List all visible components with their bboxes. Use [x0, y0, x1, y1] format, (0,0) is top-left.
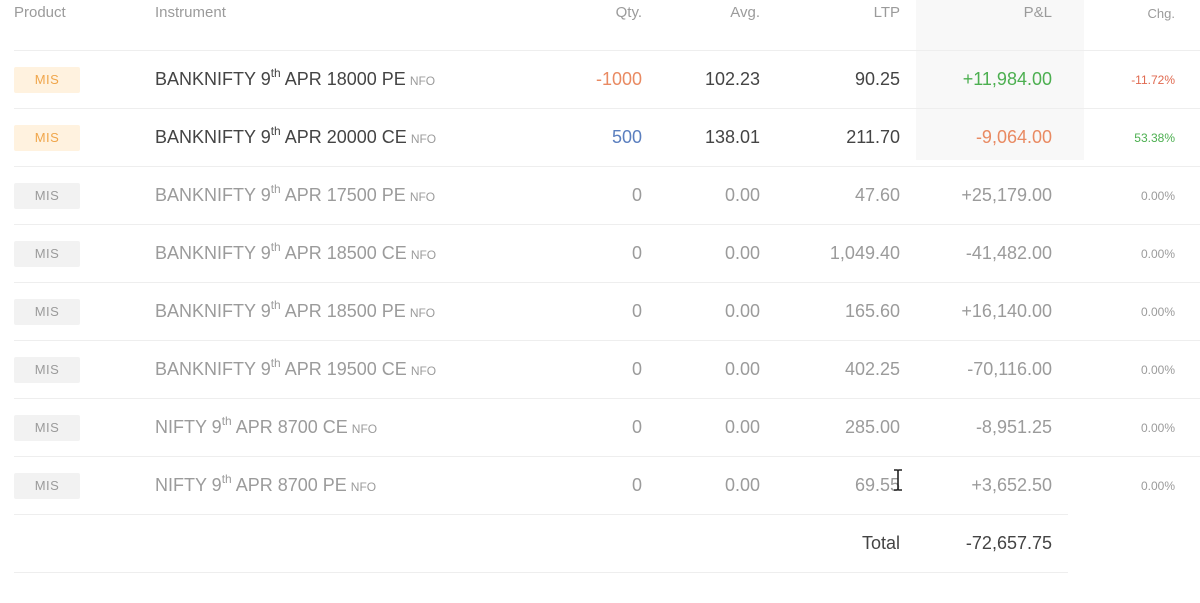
- qty-cell: 500: [545, 108, 642, 167]
- table-row[interactable]: MIS NIFTY 9th APR 8700 CE NFO 0 0.00 285.…: [14, 398, 1200, 457]
- qty-cell: 0: [545, 166, 642, 225]
- exchange-label: NFO: [409, 306, 436, 320]
- exchange-label: NFO: [409, 74, 436, 88]
- table-row[interactable]: MIS BANKNIFTY 9th APR 18500 PE NFO 0 0.00…: [14, 282, 1200, 341]
- instrument-cell: BANKNIFTY 9th APR 18000 PE NFO: [155, 50, 545, 109]
- pl-cell: -8,951.25: [900, 398, 1068, 457]
- chg-cell: 53.38%: [1068, 108, 1175, 167]
- table-row[interactable]: MIS BANKNIFTY 9th APR 20000 CE NFO 500 13…: [14, 108, 1200, 167]
- ltp-cell: 165.60: [760, 282, 900, 341]
- product-badge: MIS: [14, 356, 80, 383]
- product-badge: MIS: [14, 414, 80, 441]
- product-badge: MIS: [14, 182, 80, 209]
- product-badge: MIS: [14, 124, 80, 151]
- ltp-cell: 211.70: [760, 108, 900, 167]
- instrument-cell: BANKNIFTY 9th APR 20000 CE NFO: [155, 108, 545, 167]
- ltp-cell: 90.25: [760, 50, 900, 109]
- avg-cell: 0.00: [642, 224, 760, 283]
- header-chg[interactable]: Chg.: [1068, 0, 1175, 51]
- ltp-cell: 285.00: [760, 398, 900, 457]
- total-pl-value: -72,657.75: [900, 514, 1068, 573]
- avg-cell: 0.00: [642, 282, 760, 341]
- product-badge: MIS: [14, 298, 80, 325]
- chg-cell: -11.72%: [1068, 50, 1175, 109]
- instrument-cell: BANKNIFTY 9th APR 19500 CE NFO: [155, 340, 545, 399]
- table-header: Product Instrument Qty. Avg. LTP P&L Chg…: [14, 0, 1200, 51]
- ltp-cell: 47.60: [760, 166, 900, 225]
- exchange-label: NFO: [351, 422, 378, 436]
- total-row: Total -72,657.75: [14, 514, 1200, 573]
- chg-cell: 0.00%: [1068, 224, 1175, 283]
- product-badge: MIS: [14, 472, 80, 499]
- ltp-cell: 402.25: [760, 340, 900, 399]
- exchange-label: NFO: [410, 132, 437, 146]
- chg-cell: 0.00%: [1068, 166, 1175, 225]
- table-row[interactable]: MIS BANKNIFTY 9th APR 19500 CE NFO 0 0.00…: [14, 340, 1200, 399]
- chg-cell: 0.00%: [1068, 456, 1175, 515]
- avg-cell: 0.00: [642, 456, 760, 515]
- product-badge: MIS: [14, 240, 80, 267]
- instrument-cell: NIFTY 9th APR 8700 CE NFO: [155, 398, 545, 457]
- chg-cell: 0.00%: [1068, 398, 1175, 457]
- table-row[interactable]: MIS BANKNIFTY 9th APR 18500 CE NFO 0 0.00…: [14, 224, 1200, 283]
- header-product[interactable]: Product: [14, 0, 155, 51]
- text-cursor-icon: [894, 469, 902, 491]
- positions-panel: Product Instrument Qty. Avg. LTP P&L Chg…: [0, 0, 1200, 603]
- pl-cell: -70,116.00: [900, 340, 1068, 399]
- qty-cell: 0: [545, 224, 642, 283]
- ltp-cell: 69.55: [760, 456, 900, 515]
- header-avg[interactable]: Avg.: [642, 0, 760, 51]
- avg-cell: 102.23: [642, 50, 760, 109]
- exchange-label: NFO: [410, 248, 437, 262]
- pl-cell: +25,179.00: [900, 166, 1068, 225]
- product-badge: MIS: [14, 66, 80, 93]
- positions-table: Product Instrument Qty. Avg. LTP P&L Chg…: [14, 0, 1200, 573]
- exchange-label: NFO: [350, 480, 377, 494]
- header-ltp[interactable]: LTP: [760, 0, 900, 51]
- qty-cell: -1000: [545, 50, 642, 109]
- pl-cell: +3,652.50: [900, 456, 1068, 515]
- instrument-cell: BANKNIFTY 9th APR 18500 PE NFO: [155, 282, 545, 341]
- exchange-label: NFO: [409, 190, 436, 204]
- pl-cell: -9,064.00: [900, 108, 1068, 167]
- instrument-cell: BANKNIFTY 9th APR 17500 PE NFO: [155, 166, 545, 225]
- table-row[interactable]: MIS BANKNIFTY 9th APR 17500 PE NFO 0 0.00…: [14, 166, 1200, 225]
- header-pl[interactable]: P&L: [900, 0, 1068, 51]
- qty-cell: 0: [545, 398, 642, 457]
- pl-cell: +11,984.00: [900, 50, 1068, 109]
- avg-cell: 0.00: [642, 166, 760, 225]
- instrument-cell: BANKNIFTY 9th APR 18500 CE NFO: [155, 224, 545, 283]
- avg-cell: 138.01: [642, 108, 760, 167]
- pl-cell: +16,140.00: [900, 282, 1068, 341]
- qty-cell: 0: [545, 282, 642, 341]
- chg-cell: 0.00%: [1068, 282, 1175, 341]
- table-row[interactable]: MIS NIFTY 9th APR 8700 PE NFO 0 0.00 69.5…: [14, 456, 1200, 515]
- ltp-cell: 1,049.40: [760, 224, 900, 283]
- table-row[interactable]: MIS BANKNIFTY 9th APR 18000 PE NFO -1000 …: [14, 50, 1200, 109]
- header-qty[interactable]: Qty.: [545, 0, 642, 51]
- avg-cell: 0.00: [642, 340, 760, 399]
- pl-cell: -41,482.00: [900, 224, 1068, 283]
- exchange-label: NFO: [410, 364, 437, 378]
- total-label: Total: [760, 514, 900, 573]
- qty-cell: 0: [545, 340, 642, 399]
- chg-cell: 0.00%: [1068, 340, 1175, 399]
- qty-cell: 0: [545, 456, 642, 515]
- instrument-cell: NIFTY 9th APR 8700 PE NFO: [155, 456, 545, 515]
- avg-cell: 0.00: [642, 398, 760, 457]
- header-instrument[interactable]: Instrument: [155, 0, 545, 51]
